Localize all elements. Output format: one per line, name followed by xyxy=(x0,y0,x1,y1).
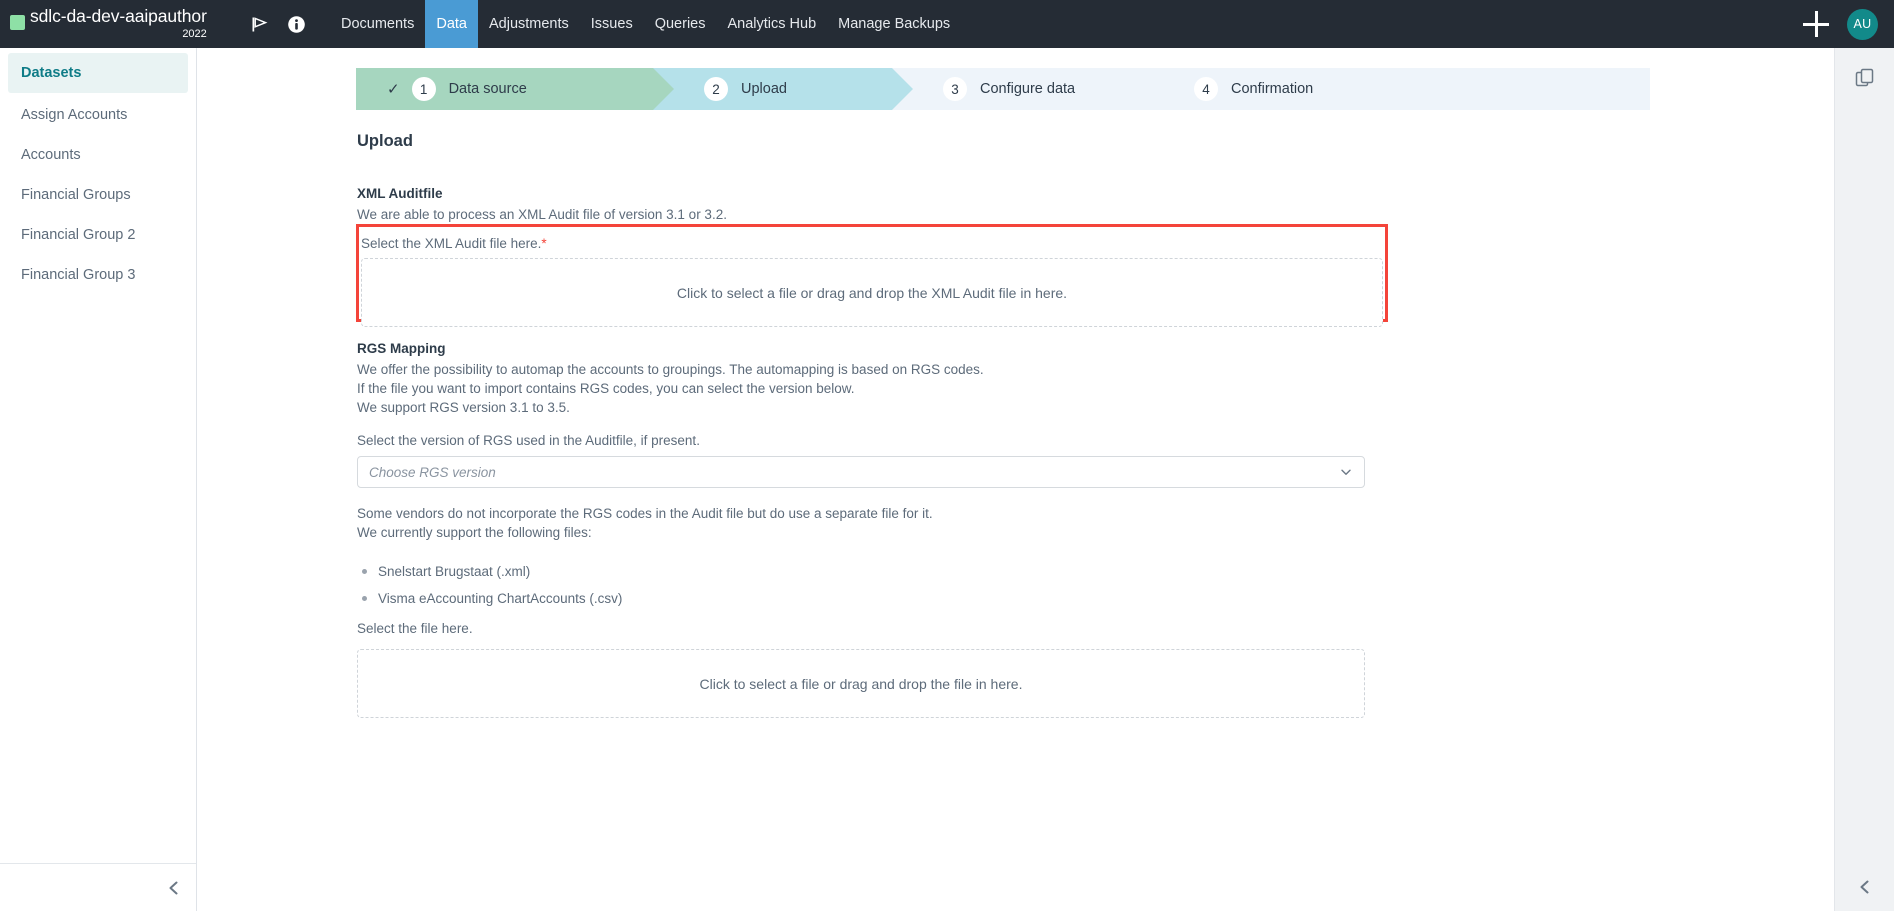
step-label: Upload xyxy=(741,81,787,97)
step-chevron-icon xyxy=(892,68,913,110)
rgs-line-3: We support RGS version 3.1 to 3.5. xyxy=(357,398,1537,417)
vendor-files-section: Some vendors do not incorporate the RGS … xyxy=(357,504,1537,611)
top-right-group: AU xyxy=(1803,0,1878,48)
brand[interactable]: sdlc-da-dev-aaipauthor 2022 xyxy=(0,8,228,40)
sidebar-item-label: Accounts xyxy=(21,147,81,163)
step-3-configure-data[interactable]: 3 Configure data xyxy=(892,68,1143,110)
step-number: 4 xyxy=(1194,77,1218,101)
xml-auditfile-section: XML Auditfile We are able to process an … xyxy=(357,186,1537,224)
nav-item-adjustments[interactable]: Adjustments xyxy=(478,0,580,48)
rgs-line-2: If the file you want to import contains … xyxy=(357,379,1537,398)
xml-file-field-label: Select the XML Audit file here.* xyxy=(359,236,1385,251)
rgs-line-1: We offer the possibility to automap the … xyxy=(357,360,1537,379)
nav-item-analytics-hub[interactable]: Analytics Hub xyxy=(716,0,827,48)
sidebar-item-accounts[interactable]: Accounts xyxy=(8,135,188,175)
xml-section-heading: XML Auditfile xyxy=(357,186,1537,201)
step-label: Configure data xyxy=(980,81,1075,97)
xml-dropzone-text: Click to select a file or drag and drop … xyxy=(677,285,1067,301)
nav-item-manage-backups[interactable]: Manage Backups xyxy=(827,0,961,48)
plus-icon[interactable] xyxy=(1803,11,1829,37)
flag-icon[interactable] xyxy=(250,15,269,34)
sidebar-item-label: Assign Accounts xyxy=(21,107,127,123)
required-marker: * xyxy=(541,236,546,251)
rgs-version-select[interactable]: Choose RGS version xyxy=(357,456,1365,488)
vendor-file-field-label: Select the file here. xyxy=(357,621,473,636)
nav-item-issues[interactable]: Issues xyxy=(580,0,644,48)
sidebar-item-label: Datasets xyxy=(21,65,81,81)
list-item: Snelstart Brugstaat (.xml) xyxy=(357,558,1537,584)
xml-section-description: We are able to process an XML Audit file… xyxy=(357,205,1537,224)
xml-file-dropzone[interactable]: Click to select a file or drag and drop … xyxy=(361,258,1383,327)
step-check-icon: ✓ xyxy=(387,80,400,98)
xml-upload-highlight: Select the XML Audit file here.* Click t… xyxy=(356,224,1388,322)
step-chevron-icon xyxy=(653,68,674,110)
rgs-mapping-section: RGS Mapping We offer the possibility to … xyxy=(357,341,1537,417)
chevron-down-icon xyxy=(1339,465,1353,479)
right-sidebar-footer xyxy=(1835,863,1894,911)
step-label: Confirmation xyxy=(1231,81,1313,97)
left-sidebar: Datasets Assign Accounts Accounts Financ… xyxy=(0,48,197,911)
sidebar-item-financial-group-2[interactable]: Financial Group 2 xyxy=(8,215,188,255)
sidebar-item-financial-group-3[interactable]: Financial Group 3 xyxy=(8,255,188,295)
nav-item-data[interactable]: Data xyxy=(425,0,478,48)
copy-icon[interactable] xyxy=(1835,48,1894,108)
rgs-version-placeholder: Choose RGS version xyxy=(369,465,1339,480)
main-content: ✓ 1 Data source 2 Upload 3 Configure dat… xyxy=(197,48,1834,911)
step-number: 2 xyxy=(704,77,728,101)
bullet-icon xyxy=(362,596,367,601)
xml-file-field-label-text: Select the XML Audit file here. xyxy=(361,236,541,251)
info-icon[interactable] xyxy=(287,15,306,34)
brand-logo-icon xyxy=(10,15,25,30)
app-root: sdlc-da-dev-aaipauthor 2022 Documents xyxy=(0,0,1894,911)
top-icon-group xyxy=(250,15,306,34)
chevron-left-icon[interactable] xyxy=(1856,878,1874,896)
list-item-label: Snelstart Brugstaat (.xml) xyxy=(378,564,530,579)
nav-item-documents[interactable]: Documents xyxy=(330,0,425,48)
rgs-version-label: Select the version of RGS used in the Au… xyxy=(357,433,700,448)
list-item: Visma eAccounting ChartAccounts (.csv) xyxy=(357,585,1537,611)
right-sidebar xyxy=(1834,48,1894,911)
page-title: Upload xyxy=(357,132,413,151)
sidebar-item-financial-groups[interactable]: Financial Groups xyxy=(8,175,188,215)
wizard-stepper: ✓ 1 Data source 2 Upload 3 Configure dat… xyxy=(356,68,1650,110)
step-4-confirmation[interactable]: 4 Confirmation xyxy=(1143,68,1650,110)
sidebar-item-datasets[interactable]: Datasets xyxy=(8,53,188,93)
step-label: Data source xyxy=(449,81,527,97)
brand-year: 2022 xyxy=(30,29,207,40)
chevron-left-icon[interactable] xyxy=(165,879,183,897)
rgs-section-heading: RGS Mapping xyxy=(357,341,1537,356)
vendor-line-2: We currently support the following files… xyxy=(357,523,1537,542)
list-item-label: Visma eAccounting ChartAccounts (.csv) xyxy=(378,591,622,606)
step-1-data-source[interactable]: ✓ 1 Data source xyxy=(356,68,653,110)
bullet-icon xyxy=(362,569,367,574)
sidebar-item-label: Financial Groups xyxy=(21,187,131,203)
sidebar-item-assign-accounts[interactable]: Assign Accounts xyxy=(8,95,188,135)
avatar[interactable]: AU xyxy=(1847,9,1878,40)
brand-name: sdlc-da-dev-aaipauthor xyxy=(30,8,207,26)
step-number: 1 xyxy=(412,77,436,101)
vendor-dropzone-text: Click to select a file or drag and drop … xyxy=(700,676,1023,692)
top-bar: sdlc-da-dev-aaipauthor 2022 Documents xyxy=(0,0,1894,48)
nav-item-queries[interactable]: Queries xyxy=(644,0,717,48)
step-2-upload[interactable]: 2 Upload xyxy=(653,68,892,110)
sidebar-item-label: Financial Group 2 xyxy=(21,227,135,243)
sidebar-item-label: Financial Group 3 xyxy=(21,267,135,283)
main-nav: Documents Data Adjustments Issues Querie… xyxy=(330,0,961,48)
vendor-line-1: Some vendors do not incorporate the RGS … xyxy=(357,504,1537,523)
sidebar-list: Datasets Assign Accounts Accounts Financ… xyxy=(0,48,196,295)
step-number: 3 xyxy=(943,77,967,101)
vendor-file-dropzone[interactable]: Click to select a file or drag and drop … xyxy=(357,649,1365,718)
sidebar-footer xyxy=(0,863,196,911)
vendor-file-list: Snelstart Brugstaat (.xml) Visma eAccoun… xyxy=(357,558,1537,611)
